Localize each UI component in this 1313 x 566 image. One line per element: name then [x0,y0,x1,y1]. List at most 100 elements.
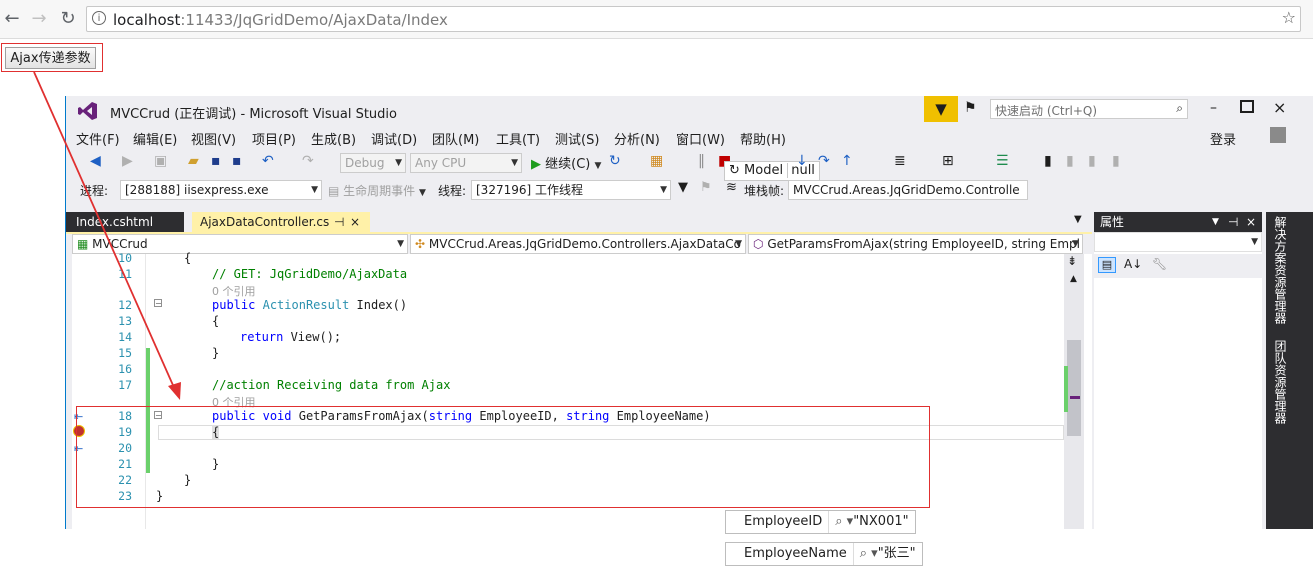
menu-analyze[interactable]: 分析(N) [614,129,660,148]
tab-index-cshtml[interactable]: Index.cshtml [66,212,184,232]
datatip-employee-id[interactable]: EmployeeID ⌕ ▾"NX001" [725,510,916,534]
quick-launch-placeholder: 快速启动 (Ctrl+Q) [995,104,1098,118]
menu-window[interactable]: 窗口(W) [676,129,725,148]
property-pages-icon[interactable]: 🔧︎ [1152,257,1167,271]
vertical-scrollbar[interactable]: ⇟ ▲ [1064,254,1084,529]
hex-display-icon[interactable]: ≣ [894,153,906,169]
save-icon[interactable]: ▪ [211,153,221,169]
continue-button[interactable]: ▶ 继续(C) ▼ [531,153,601,172]
alphabetical-icon[interactable]: A↓ [1124,257,1142,271]
close-tab-icon[interactable]: × [350,212,360,232]
line-number: 17 [118,378,132,392]
solution-explorer-tab[interactable]: 解决方案资源管理器 [1272,216,1289,324]
notification-filter-icon[interactable]: ▼ [924,96,958,122]
stack-frame-select[interactable]: MVCCrud.Areas.JqGridDemo.Controlle [788,180,1028,200]
menu-debug[interactable]: 调试(D) [371,129,417,148]
scroll-thumb[interactable] [1067,340,1081,436]
bookmark-star-icon[interactable]: ☆ [1282,8,1296,27]
navigate-forward-icon[interactable]: ▶ [122,153,133,169]
address-bar[interactable]: i localhost:11433/JqGridDemo/AjaxData/In… [86,6,1301,32]
minimize-icon[interactable]: – [1210,100,1217,116]
collapse-icon[interactable]: − [154,299,162,308]
maximize-icon[interactable] [1240,100,1254,113]
tab-overflow-icon[interactable]: ▼ [1074,214,1082,225]
process-value: [288188] iisexpress.exe [125,183,269,197]
bookmark-icon[interactable]: ▮ [1044,153,1052,169]
thread-select[interactable]: [327196] 工作线程 ▼ [471,180,671,200]
tooltip-model-text: Model [744,163,784,178]
team-explorer-tab[interactable]: 团队资源管理器 [1272,340,1289,424]
url-path: :11433/JqGridDemo/AjaxData/Index [180,11,448,29]
process-select[interactable]: [288188] iisexpress.exe ▼ [120,180,322,200]
step-over-icon[interactable]: ↷ [818,153,830,169]
lifecycle-events[interactable]: ▤ 生命周期事件 ▼ [328,182,426,199]
reload-icon[interactable]: ↻ [56,7,80,31]
open-folder-icon[interactable]: ▰ [188,153,199,169]
datatip-value: ⌕ ▾"NX001" [829,511,914,533]
save-all-icon[interactable]: ▪ [232,153,242,169]
thread-value: [327196] 工作线程 [476,183,583,197]
close-icon[interactable]: × [1246,212,1256,232]
pin-icon[interactable]: ⊣ [334,212,344,232]
menu-view[interactable]: 视图(V) [191,129,236,148]
line-number: 10 [118,251,132,265]
class-value: MVCCrud.Areas.JqGridDemo.Controllers.Aja… [428,237,741,251]
panel-menu-icon[interactable]: ▼ [1212,212,1219,232]
step-out-icon[interactable]: ↑ [841,153,853,169]
info-icon[interactable]: i [92,11,106,25]
comment-icon[interactable]: ☰ [996,153,1009,169]
menu-tools[interactable]: 工具(T) [496,129,540,148]
class-dropdown[interactable]: ✣ MVCCrud.Areas.JqGridDemo.Controllers.A… [410,234,746,254]
avatar[interactable] [1270,127,1286,143]
url-host: localhost [113,11,181,29]
show-threads-in-source-icon[interactable]: ≋ [726,180,737,195]
menu-edit[interactable]: 编辑(E) [133,129,177,148]
clear-bookmarks-icon[interactable]: ▮ [1112,153,1120,169]
pause-icon[interactable]: ‖ [698,153,705,169]
scroll-up-icon[interactable]: ▲ [1070,274,1077,284]
menu-file[interactable]: 文件(F) [76,129,120,148]
browser-link-icon[interactable]: ▦ [650,153,663,169]
datatip-employee-name[interactable]: EmployeeName ⌕ ▾"张三" [725,542,923,566]
redo-icon[interactable]: ↷ [302,153,314,169]
thread-filter-icon[interactable]: ▼ [678,180,688,195]
side-tool-rail: 解决方案资源管理器 团队资源管理器 [1266,212,1313,529]
platform-select[interactable]: Any CPU ▼ [410,153,522,173]
menu-build[interactable]: 生成(B) [311,129,356,148]
properties-object-select[interactable]: ▼ [1094,232,1262,252]
close-icon[interactable]: × [1273,98,1286,117]
navigate-back-icon[interactable]: ◀ [90,153,101,169]
prev-bookmark-icon[interactable]: ▮ [1066,153,1074,169]
menu-help[interactable]: 帮助(H) [740,129,786,148]
tab-ajaxdatacontroller[interactable]: AjaxDataController.cs ⊣ × [192,212,370,232]
step-into-icon[interactable]: ↓ [796,153,808,169]
split-icon[interactable]: ⇟ [1067,254,1077,268]
menu-test[interactable]: 测试(S) [555,129,599,148]
feedback-icon[interactable]: ⚑ [964,100,977,116]
magnifier-icon: ⌕ ▾ [835,514,854,529]
categorized-icon[interactable]: ▤ [1098,257,1116,273]
stack-frame-value: MVCCrud.Areas.JqGridDemo.Controlle [793,183,1020,197]
undo-icon[interactable]: ↶ [262,153,274,169]
new-project-icon[interactable]: ▣ [154,153,167,169]
project-value: MVCCrud [92,237,148,251]
member-dropdown[interactable]: ⬡ GetParamsFromAjax(string EmployeeID, s… [748,234,1083,254]
quick-launch-input[interactable]: 快速启动 (Ctrl+Q) ⌕ [990,99,1188,119]
configuration-select[interactable]: Debug ▼ [340,153,406,173]
menu-team[interactable]: 团队(M) [432,129,479,148]
reference-count[interactable]: 0 个引用 [212,283,256,299]
back-icon[interactable]: ← [0,7,24,31]
restart-icon[interactable]: ↻ [609,153,621,169]
ajax-send-params-button[interactable]: Ajax传递参数 [5,47,96,69]
datatip-name: EmployeeID [726,511,830,533]
forward-icon[interactable]: → [27,7,51,31]
pin-icon[interactable]: ⊣ [1228,212,1238,232]
menu-project[interactable]: 项目(P) [252,129,296,148]
scroll-caret-marker [1070,396,1080,399]
next-bookmark-icon[interactable]: ▮ [1088,153,1096,169]
show-threads-icon[interactable]: ⊞ [942,153,954,169]
line-number: 15 [118,346,132,360]
sign-in-link[interactable]: 登录 [1210,129,1236,148]
method-icon: ⬡ [753,237,764,251]
flag-icon[interactable]: ⚑ [700,180,712,195]
